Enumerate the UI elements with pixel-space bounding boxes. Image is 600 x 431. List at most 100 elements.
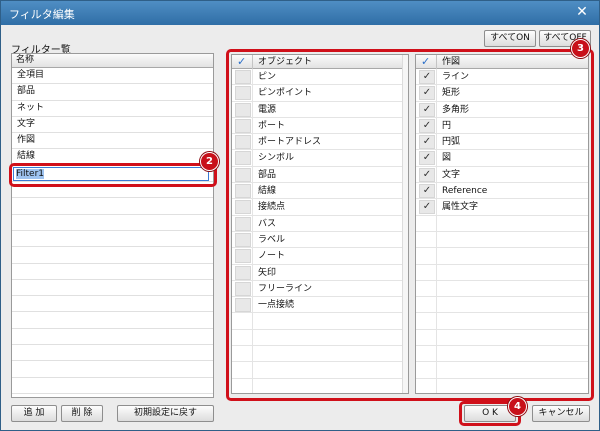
check-row-label: 結線 bbox=[258, 186, 277, 197]
check-row[interactable]: シンボル bbox=[232, 150, 408, 167]
checkbox-checked[interactable]: ✓ bbox=[419, 118, 435, 133]
check-row[interactable]: ✓ 属性文字 bbox=[416, 199, 588, 216]
title-bar[interactable]: フィルタ編集 ✕ bbox=[1, 1, 599, 25]
filter-list-item[interactable]: 作図 bbox=[12, 133, 213, 150]
check-row-label: 円弧 bbox=[442, 137, 461, 148]
checkbox[interactable] bbox=[235, 86, 251, 101]
row-divider bbox=[252, 313, 253, 329]
checkmark-icon: ✓ bbox=[422, 103, 432, 115]
check-row[interactable]: 接続点 bbox=[232, 199, 408, 216]
row-divider bbox=[252, 166, 253, 183]
check-row[interactable]: 矢印 bbox=[232, 264, 408, 281]
filter-list-item[interactable]: 結線 bbox=[12, 149, 213, 166]
row-divider bbox=[252, 134, 253, 150]
filter-list-header: 名称 bbox=[12, 54, 213, 68]
check-row[interactable]: ✓ 円 bbox=[416, 117, 588, 135]
check-row[interactable]: 部品 bbox=[232, 166, 408, 184]
checkmark-icon: ✓ bbox=[422, 201, 432, 213]
checkbox-checked[interactable]: ✓ bbox=[419, 135, 435, 150]
checkbox[interactable] bbox=[235, 102, 251, 117]
empty-row bbox=[232, 313, 408, 330]
check-row[interactable]: フリーライン bbox=[232, 280, 408, 298]
checkmark-icon: ✓ bbox=[422, 152, 432, 164]
check-row-label: ピンポイント bbox=[258, 88, 313, 99]
checkbox[interactable] bbox=[235, 184, 251, 199]
row-divider bbox=[252, 85, 253, 101]
checkbox[interactable] bbox=[235, 249, 251, 264]
check-row[interactable]: ✓ 矩形 bbox=[416, 85, 588, 102]
check-row[interactable]: ✓ 図 bbox=[416, 150, 588, 167]
reset-defaults-button[interactable]: 初期設定に戻す bbox=[117, 405, 214, 422]
cancel-button[interactable]: キャンセル bbox=[532, 405, 590, 422]
check-row[interactable]: 電源 bbox=[232, 101, 408, 118]
check-row-label: 矢印 bbox=[258, 267, 277, 278]
checkbox-checked[interactable]: ✓ bbox=[419, 184, 435, 199]
empty-row bbox=[416, 264, 588, 281]
check-row-label: ライン bbox=[442, 72, 470, 82]
check-row[interactable]: ピンポイント bbox=[232, 85, 408, 102]
check-row[interactable]: ✓ ライン bbox=[416, 69, 588, 86]
drawing-table-header[interactable]: ✓ 作図 bbox=[416, 55, 588, 69]
check-row[interactable]: ラベル bbox=[232, 231, 408, 249]
annotation-badge-3: 3 bbox=[571, 39, 590, 58]
checkmark-icon: ✓ bbox=[422, 185, 432, 197]
checkbox[interactable] bbox=[235, 151, 251, 166]
checkbox[interactable] bbox=[235, 216, 251, 231]
filter-name-input[interactable]: Filter1 bbox=[13, 166, 209, 181]
row-divider bbox=[436, 264, 437, 280]
row-divider bbox=[252, 215, 253, 231]
row-divider bbox=[252, 183, 253, 199]
row-divider bbox=[436, 199, 437, 215]
close-icon[interactable]: ✕ bbox=[571, 3, 593, 21]
delete-button[interactable]: 削 除 bbox=[61, 405, 103, 422]
row-divider bbox=[252, 69, 253, 85]
check-row[interactable]: ✓ 多角形 bbox=[416, 101, 588, 118]
check-row[interactable]: バス bbox=[232, 215, 408, 232]
checkbox[interactable] bbox=[235, 70, 251, 84]
checkbox-checked[interactable]: ✓ bbox=[419, 86, 435, 101]
checkbox[interactable] bbox=[235, 118, 251, 133]
checkbox-checked[interactable]: ✓ bbox=[419, 102, 435, 117]
filter-list-empty-row bbox=[12, 378, 213, 394]
all-on-button[interactable]: すべてON bbox=[484, 30, 536, 47]
objects-table-header[interactable]: ✓ オブジェクト bbox=[232, 55, 408, 69]
checkbox[interactable] bbox=[235, 232, 251, 247]
check-row[interactable]: ポート bbox=[232, 117, 408, 135]
checkbox[interactable] bbox=[235, 265, 251, 280]
checkbox-checked[interactable]: ✓ bbox=[419, 167, 435, 182]
row-divider bbox=[252, 297, 253, 313]
filter-list-item[interactable]: ネット bbox=[12, 101, 213, 117]
filter-list-item[interactable]: 部品 bbox=[12, 84, 213, 101]
check-all-icon[interactable]: ✓ bbox=[421, 55, 430, 69]
row-divider bbox=[436, 166, 437, 183]
objects-table: ✓ オブジェクト ピンピンポイント電源 ポート ポートアドレス シンボル 部品結線接続点… bbox=[231, 54, 409, 394]
add-button[interactable]: 追 加 bbox=[11, 405, 57, 422]
empty-row bbox=[232, 378, 408, 393]
filter-list-item[interactable]: 全項目 bbox=[12, 68, 213, 85]
check-row[interactable]: ✓ Reference bbox=[416, 183, 588, 200]
checkbox[interactable] bbox=[235, 135, 251, 150]
check-row[interactable]: ピン bbox=[232, 69, 408, 86]
objects-header-label: オブジェクト bbox=[258, 57, 313, 67]
checkbox[interactable] bbox=[235, 200, 251, 215]
filter-list-empty-row bbox=[12, 345, 213, 362]
empty-row bbox=[416, 362, 588, 379]
check-row[interactable]: ✓ 文字 bbox=[416, 166, 588, 184]
check-row[interactable]: ノート bbox=[232, 248, 408, 265]
filter-list-empty-row bbox=[12, 231, 213, 248]
filter-list-item[interactable]: 文字 bbox=[12, 117, 213, 134]
filter-list-item-editing[interactable]: Filter1 bbox=[12, 165, 213, 183]
checkbox-checked[interactable]: ✓ bbox=[419, 70, 435, 84]
checkbox[interactable] bbox=[235, 298, 251, 313]
check-row[interactable]: 一点接続 bbox=[232, 297, 408, 314]
check-row[interactable]: ✓ 円弧 bbox=[416, 134, 588, 151]
check-row[interactable]: 結線 bbox=[232, 183, 408, 200]
check-all-icon[interactable]: ✓ bbox=[237, 55, 246, 69]
filter-name-input-text: Filter1 bbox=[16, 168, 45, 179]
checkbox[interactable] bbox=[235, 281, 251, 296]
checkbox-checked[interactable]: ✓ bbox=[419, 200, 435, 215]
checkbox[interactable] bbox=[235, 167, 251, 182]
checkbox-checked[interactable]: ✓ bbox=[419, 151, 435, 166]
check-row[interactable]: ポートアドレス bbox=[232, 134, 408, 151]
dialog-title: フィルタ編集 bbox=[9, 8, 75, 21]
